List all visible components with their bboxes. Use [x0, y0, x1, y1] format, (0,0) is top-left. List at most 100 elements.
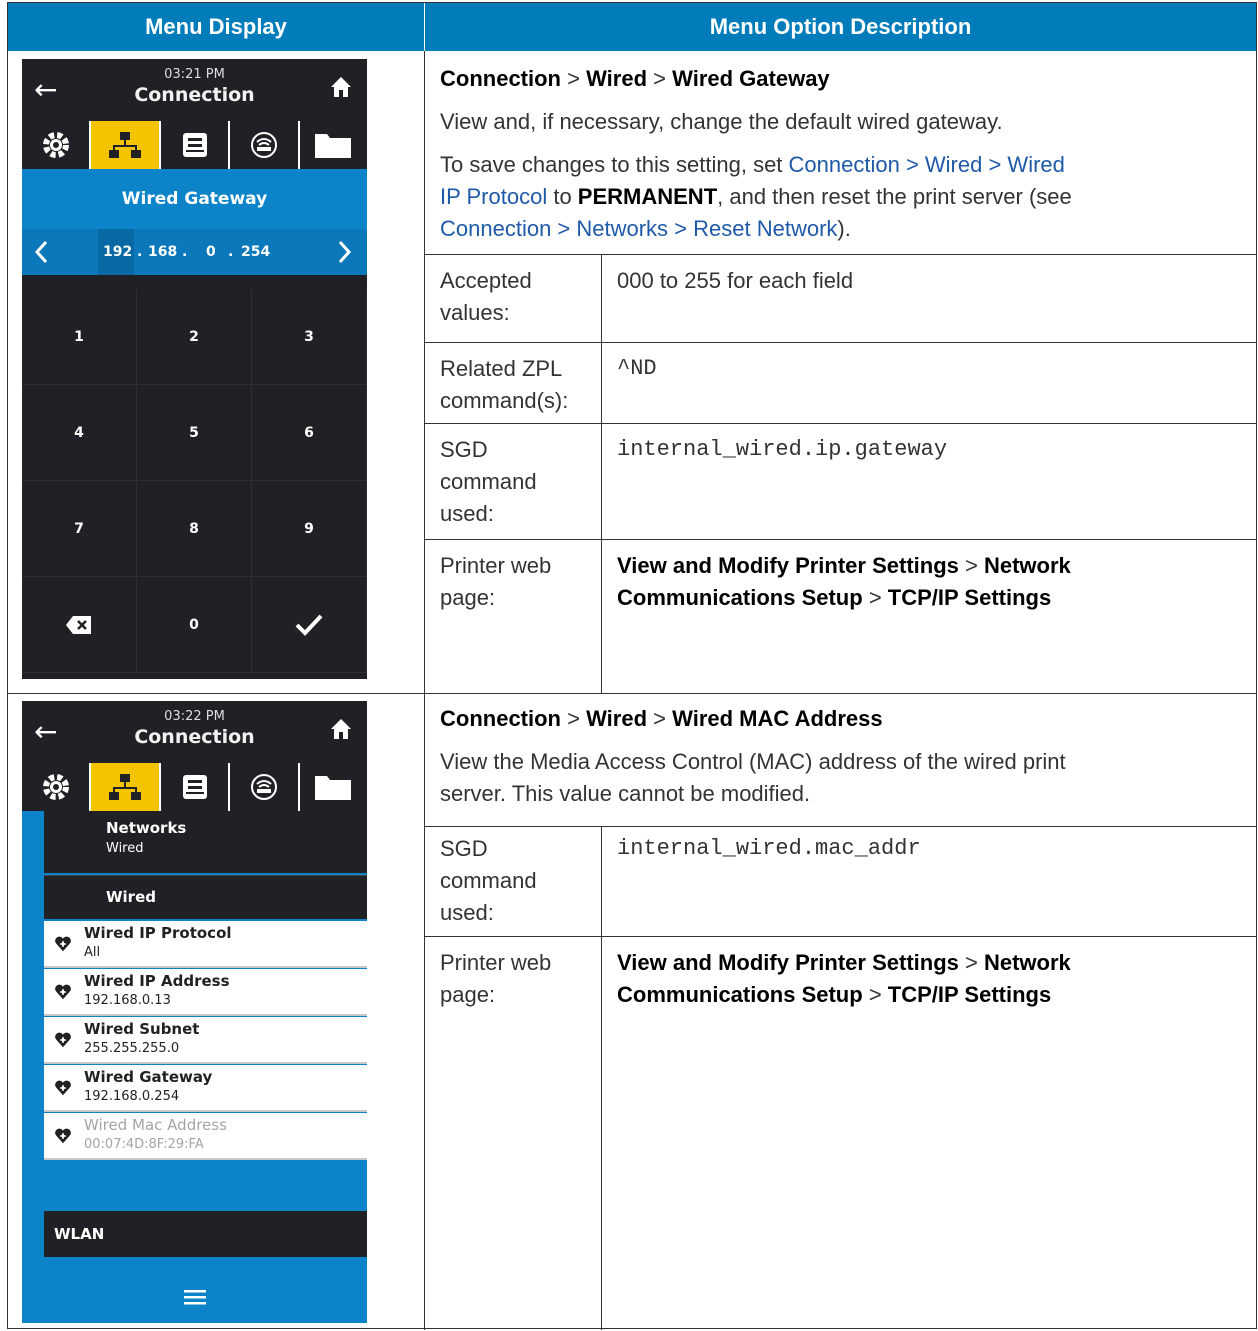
key-8[interactable]: 8: [136, 481, 252, 577]
wireless-icon: [250, 132, 277, 158]
item-title: Wired Mac Address: [84, 1116, 227, 1134]
printer-web-page-label: Printer web page:: [440, 553, 552, 610]
note-text: , and then reset the print server (see: [717, 184, 1072, 209]
tab-connection[interactable]: [91, 121, 161, 169]
ip-dot: .: [182, 244, 188, 260]
item-value: All: [84, 945, 101, 960]
key-3[interactable]: 3: [251, 289, 367, 385]
printer-web-page-value: View and Modify Printer Settings > Netwo…: [617, 553, 1071, 610]
sgd-command-value: internal_wired.ip.gateway: [617, 437, 948, 462]
path-separator: >: [653, 66, 667, 91]
network-icon: [109, 774, 142, 800]
key-6[interactable]: 6: [251, 385, 367, 481]
note-text: To save changes to this setting, set: [440, 152, 789, 177]
wlan-header-label: WLAN: [54, 1225, 105, 1243]
key-2[interactable]: 2: [136, 289, 252, 385]
ip-dot: .: [137, 244, 143, 260]
path-connection: Connection: [440, 706, 561, 731]
tab-storage[interactable]: [299, 763, 367, 811]
path-wired: Wired: [586, 66, 648, 91]
inner-column-divider: [601, 826, 602, 1330]
path-wired-gateway: Wired Gateway: [672, 66, 830, 91]
menu-item-wired-subnet[interactable]: Wired Subnet 255.255.255.0: [44, 1017, 367, 1064]
printer-web-page-value: View and Modify Printer Settings > Netwo…: [617, 950, 1071, 1007]
screen-time: 03:21 PM: [164, 67, 225, 82]
screen-status-bar: ← 03:22 PM Connection: [22, 701, 367, 761]
section2-path: Connection > Wired > Wired MAC Address: [440, 703, 883, 735]
inner-row-divider: [425, 539, 1256, 540]
ip-octet-2[interactable]: 168: [148, 244, 177, 260]
tab-storage[interactable]: [299, 121, 367, 169]
link-reset-network[interactable]: Connection > Networks > Reset Network: [440, 216, 837, 241]
menu-item-wired-ip-protocol[interactable]: Wired IP Protocol All: [44, 921, 367, 968]
printer-screen-wired-menu: ← 03:22 PM Connection Networks Wired Wir…: [22, 701, 367, 1323]
tab-print[interactable]: [160, 763, 231, 811]
wired-section-header: Wired: [44, 875, 367, 919]
heart-plus-icon: [55, 984, 71, 1000]
ip-octet-1[interactable]: 192: [103, 244, 132, 260]
related-zpl-label: Related ZPL command(s):: [440, 356, 569, 413]
ip-octet-4[interactable]: 254: [241, 244, 270, 260]
tab-print[interactable]: [160, 121, 231, 169]
tab-wireless[interactable]: [230, 121, 300, 169]
key-backspace[interactable]: [22, 577, 137, 673]
menu-item-wired-mac-address: Wired Mac Address 00:07:4D:8F:29:FA: [44, 1113, 367, 1160]
inner-row-divider: [425, 423, 1256, 424]
path-separator: >: [653, 706, 667, 731]
networks-subtitle: Wired: [106, 841, 144, 856]
link-wired-ip-protocol[interactable]: Connection > Wired > Wired: [789, 152, 1065, 177]
menu-icon[interactable]: [184, 1289, 206, 1305]
note-permanent: PERMANENT: [577, 184, 718, 209]
tab-connection[interactable]: [91, 763, 161, 811]
column-divider: [424, 51, 425, 1330]
menu-item-wired-ip-address[interactable]: Wired IP Address 192.168.0.13: [44, 969, 367, 1016]
sgd-command-label: SGD command used:: [440, 437, 537, 526]
item-title: Wired IP Address: [84, 972, 230, 990]
wlan-section-header[interactable]: WLAN: [44, 1211, 367, 1257]
item-value: 00:07:4D:8F:29:FA: [84, 1137, 204, 1152]
heart-plus-icon: [55, 1080, 71, 1096]
wired-header-label: Wired: [106, 888, 156, 906]
ip-octet-3[interactable]: 0: [206, 244, 216, 260]
tab-wireless[interactable]: [230, 763, 300, 811]
item-title: Wired Gateway: [84, 1068, 213, 1086]
gear-icon: [42, 132, 69, 158]
path-connection: Connection: [440, 66, 561, 91]
backspace-icon: [65, 615, 91, 634]
printer-web-page-label: Printer web page:: [440, 950, 552, 1007]
home-icon[interactable]: [329, 717, 353, 741]
header-menu-option-description: Menu Option Description: [425, 3, 1256, 51]
row-divider: [8, 693, 1256, 694]
chevron-right-icon[interactable]: [338, 240, 352, 264]
item-title: Wired Subnet: [84, 1020, 200, 1038]
section2-description: View the Media Access Control (MAC) addr…: [440, 749, 1066, 806]
section1-path: Connection > Wired > Wired Gateway: [440, 63, 830, 95]
tab-settings[interactable]: [22, 763, 92, 811]
item-value: 255.255.255.0: [84, 1041, 180, 1056]
key-7[interactable]: 7: [22, 481, 137, 577]
inner-row-divider: [425, 342, 1256, 343]
key-1[interactable]: 1: [22, 289, 137, 385]
key-9[interactable]: 9: [251, 481, 367, 577]
key-confirm[interactable]: [251, 577, 367, 673]
inner-row-divider: [425, 936, 1256, 937]
key-4[interactable]: 4: [22, 385, 137, 481]
inner-column-divider: [601, 254, 602, 693]
ip-address-selector: 192 . 168 . 0 . 254: [22, 229, 367, 275]
home-icon[interactable]: [329, 75, 353, 99]
tab-settings[interactable]: [22, 121, 92, 169]
item-value: 192.168.0.254: [84, 1089, 180, 1104]
document-table: Menu Display Menu Option Description ← 0…: [7, 2, 1257, 1330]
note-text: to: [547, 184, 578, 209]
networks-breadcrumb[interactable]: Networks Wired: [44, 811, 367, 873]
key-0[interactable]: 0: [136, 577, 252, 673]
key-5[interactable]: 5: [136, 385, 252, 481]
screen-status-bar: ← 03:21 PM Connection: [22, 59, 367, 119]
network-icon: [109, 132, 142, 158]
menu-item-wired-gateway[interactable]: Wired Gateway 192.168.0.254: [44, 1065, 367, 1112]
numeric-keypad: 1 2 3 4 5 6 7 8 9 0: [22, 289, 367, 679]
section1-description: View and, if necessary, change the defau…: [440, 109, 1003, 134]
inner-row-divider: [425, 254, 1256, 255]
chevron-left-icon[interactable]: [34, 240, 48, 264]
link-wired-ip-protocol-cont[interactable]: IP Protocol: [440, 184, 547, 209]
